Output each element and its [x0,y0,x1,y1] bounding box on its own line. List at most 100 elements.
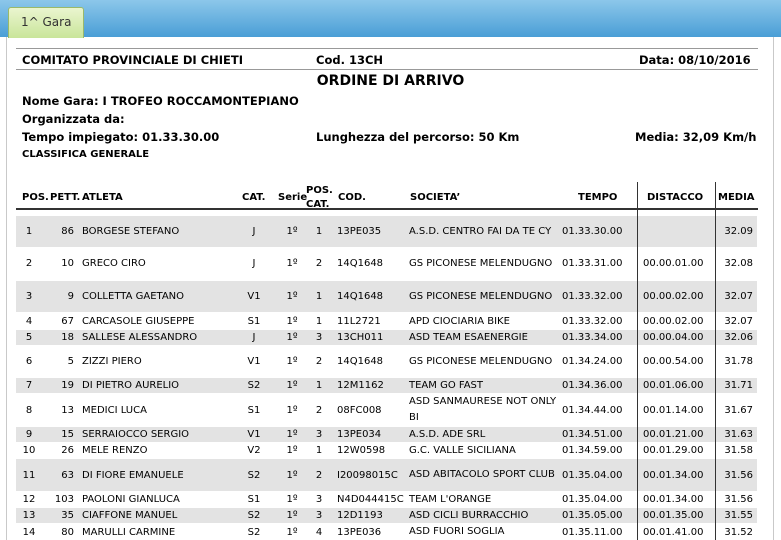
cell-atleta: SALLESE ALESSANDRO [82,332,198,343]
col-header-distacco: DISTACCO [647,192,704,203]
cell-pett: 15 [61,429,74,440]
cell-pos: 4 [25,316,33,327]
cell-media: 32.08 [724,258,753,269]
cell-distacco: 00.01.34.00 [643,494,704,505]
cell-poscat: 1 [315,316,323,327]
cell-cod: 11L2721 [337,316,381,327]
cell-serie: 1º [286,316,298,327]
cell-pos: 5 [25,332,33,343]
cell-cod: 12M1162 [337,380,384,391]
cell-media: 31.52 [724,526,753,538]
cell-serie: 1º [286,445,298,456]
cell-tempo: 01.33.30.00 [562,226,623,237]
cell-pett: 80 [61,526,74,538]
cell-serie: 1º [286,510,298,521]
cell-cod: 08FC008 [337,404,382,416]
cell-cod: 12W0598 [337,445,386,456]
cell-cod: 14Q1648 [337,356,384,367]
cell-societa: A.S.D. CENTRO FAI DA TE CY [409,225,552,237]
cell-pos: 10 [22,445,36,456]
cell-tempo: 01.33.31.00 [562,258,623,269]
cell-media: 31.56 [724,494,753,505]
cell-societa: ASD CICLI BURRACCHIO [409,509,529,521]
cell-cod: 12D1193 [337,510,383,521]
cell-poscat: 4 [315,526,323,538]
cell-societa: ASD FUORI SOGLIA [409,526,505,537]
cell-serie: 1º [286,526,298,538]
cell-atleta: MEDICI LUCA [82,404,147,416]
cell-distacco: 00.01.34.00 [643,469,704,481]
col-header-cod: COD. [338,192,366,203]
table-row: 1 86 BORGESE STEFANO J 1º 1 13PE035 A.S.D. CENT… [16,216,757,247]
cell-cat: V1 [247,291,261,302]
cell-poscat: 2 [315,356,323,367]
cell-pos: 3 [25,291,33,302]
cell-societa: ASD TEAM ESAENERGIE [409,331,528,343]
cell-distacco: 00.00.02.00 [643,316,704,327]
table-row: 12 103 PAOLONI GIANLUCA S1 1º 3 N4D044415C TEAM… [16,492,757,507]
cell-serie: 1º [286,469,298,481]
cell-media: 32.09 [724,226,753,237]
cell-atleta: CARCASOLE GIUSEPPE [82,316,195,327]
tab-1a-gara[interactable]: 1^ Gara [8,7,85,38]
cell-media: 31.67 [724,404,753,416]
col-header-societa: SOCIETA’ [410,192,461,203]
cell-media: 31.55 [724,510,753,521]
cell-societa: GS PICONESE MELENDUGNO [409,257,553,269]
cell-cat: S1 [247,494,261,505]
cell-atleta: DI FIORE EMANUELE [82,469,184,481]
cell-societa: TEAM L'ORANGE [409,493,492,505]
cell-atleta: ZIZZI PIERO [82,356,142,367]
route-length: Lunghezza del percorso: 50 Km [316,130,520,144]
cell-pett: 35 [61,510,74,521]
table-row: 5 18 SALLESE ALESSANDRO J 1º 3 13CH011 ASD TEAM… [16,330,757,345]
table-header-divider [16,208,758,210]
col-header-tempo: TEMPO [578,192,618,203]
cell-atleta: COLLETTA GAETANO [82,291,185,302]
cell-poscat: 1 [315,226,323,237]
cell-distacco: 00.00.02.00 [643,291,704,302]
cell-poscat: 2 [315,258,323,269]
cell-pett: 18 [61,332,74,343]
cell-pett: 86 [61,226,74,237]
cell-distacco: 00.01.35.00 [643,510,704,521]
cell-pett: 5 [67,356,74,367]
classification-label: CLASSIFICA GENERALE [22,149,150,160]
cell-cat: S1 [247,404,261,416]
cell-serie: 1º [286,429,298,440]
table-row: 6 5 ZIZZI PIERO V1 1º 2 14Q1648 GS PICONESE MEL… [16,346,757,377]
cell-poscat: 3 [315,332,323,343]
cell-cat: J [252,332,256,343]
cell-pos: 2 [25,258,33,269]
cell-distacco: 00.01.14.00 [643,404,704,416]
cell-pett: 10 [61,258,74,269]
table-row: 10 26 MELE RENZO V2 1º 1 12W0598 G.C. VALLE SIC… [16,443,757,458]
cell-tempo: 01.35.05.00 [562,510,623,521]
cell-pett: 103 [54,494,74,505]
cell-cat: S2 [247,380,261,391]
table-row: 2 10 GRECO CIRO J 1º 2 14Q1648 GS PICONESE MELE… [16,248,757,279]
cell-tempo: 01.33.32.00 [562,316,623,327]
cell-pett: 13 [61,404,74,416]
race-code: Cod. 13CH [316,53,384,67]
cell-cat: V1 [247,356,261,367]
cell-serie: 1º [286,380,298,391]
tab-bar: 1^ Gara [0,0,781,38]
cell-societa: TEAM GO FAST [409,379,484,391]
cell-tempo: 01.34.36.00 [562,380,623,391]
cell-cat: S2 [247,510,261,521]
cell-cat: V1 [247,429,261,440]
time-taken: Tempo impiegato: 01.33.30.00 [22,130,220,144]
cell-media: 32.06 [724,332,753,343]
cell-cod: 13PE036 [337,526,382,538]
cell-tempo: 01.35.11.00 [562,526,623,538]
cell-serie: 1º [286,404,298,416]
cell-societa: APD CIOCIARIA BIKE [409,315,510,327]
cell-cat: S1 [247,316,261,327]
cell-distacco [643,216,712,247]
cell-atleta: SERRAIOCCO SERGIO [82,429,190,440]
cell-cat: J [252,226,256,237]
cell-cod: 14Q1648 [337,258,384,269]
cell-cat: S2 [247,526,261,538]
cell-cat: J [252,258,256,269]
